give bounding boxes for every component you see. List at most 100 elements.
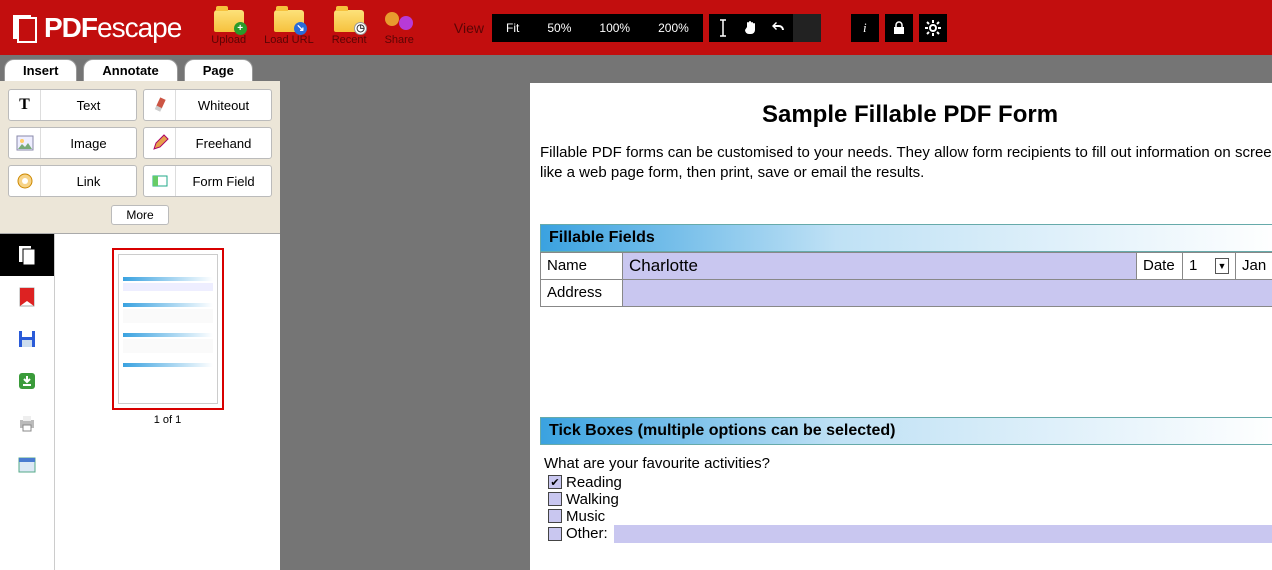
date-day-input[interactable] (1189, 257, 1215, 274)
address-field-cell (623, 279, 1272, 306)
redo-button[interactable] (793, 14, 821, 42)
cursor-tools (709, 14, 821, 42)
form-field-icon (144, 166, 176, 196)
undo-button[interactable] (765, 14, 793, 42)
app-name: PDFescape (44, 12, 181, 44)
doc-title: Sample Fillable PDF Form (540, 101, 1272, 129)
checkbox-music[interactable] (548, 509, 562, 523)
gear-icon (925, 20, 941, 36)
thumbnail-caption: 1 of 1 (154, 414, 182, 426)
tool-whiteout[interactable]: Whiteout (143, 89, 272, 121)
tool-freehand[interactable]: Freehand (143, 127, 272, 159)
checkbox-other[interactable] (548, 527, 562, 541)
checkbox-row-reading: Reading (548, 474, 1272, 491)
date-label: Date (1137, 252, 1183, 279)
window-icon (18, 457, 36, 473)
folder-recent-icon: ◷ (334, 10, 364, 32)
address-label: Address (541, 279, 623, 306)
top-bar: PDFescape + Upload ↘ Load URL ◷ Recent S… (0, 0, 1272, 55)
folder-url-icon: ↘ (274, 10, 304, 32)
save-icon (17, 329, 37, 349)
download-icon (17, 371, 37, 391)
side-window-button[interactable] (0, 444, 54, 486)
date-day-dropdown[interactable]: ▼ (1215, 258, 1229, 274)
tool-link[interactable]: Link (8, 165, 137, 197)
load-url-label: Load URL (264, 34, 314, 46)
whiteout-icon (144, 90, 176, 120)
folder-upload-icon: + (214, 10, 244, 32)
document-area[interactable]: Sample Fillable PDF Form Fillable PDF fo… (280, 55, 1272, 570)
printer-icon (17, 413, 37, 433)
top-actions: + Upload ↘ Load URL ◷ Recent Share (211, 10, 414, 46)
checkbox-label: Walking (566, 491, 619, 508)
checkbox-label: Reading (566, 474, 622, 491)
info-button[interactable]: i (851, 14, 879, 42)
pdf-page[interactable]: Sample Fillable PDF Form Fillable PDF fo… (530, 83, 1272, 570)
text-icon: T (9, 90, 41, 120)
checkbox-reading[interactable] (548, 475, 562, 489)
zoom-200-button[interactable]: 200% (644, 14, 703, 42)
pdf-logo-icon (10, 13, 40, 43)
load-url-button[interactable]: ↘ Load URL (264, 10, 314, 46)
table-row: Name Date ▼ Jan (541, 252, 1272, 279)
recent-button[interactable]: ◷ Recent (332, 10, 367, 46)
thumbnail-panel: 1 of 1 (55, 234, 280, 570)
undo-icon (770, 20, 788, 36)
side-icon-bar (0, 234, 55, 570)
checkbox-row-music: Music (548, 508, 1272, 525)
text-cursor-icon (716, 19, 730, 37)
lower-panel: 1 of 1 (0, 234, 280, 570)
lock-button[interactable] (885, 14, 913, 42)
share-label: Share (385, 34, 414, 46)
zoom-50-button[interactable]: 50% (533, 14, 585, 42)
other-input[interactable] (614, 525, 1272, 543)
tool-text[interactable]: T Text (8, 89, 137, 121)
hand-cursor-button[interactable] (737, 14, 765, 42)
settings-button[interactable] (919, 14, 947, 42)
link-icon (9, 166, 41, 196)
right-tools: i (851, 14, 947, 42)
text-cursor-button[interactable] (709, 14, 737, 42)
tool-panel: T Text Whiteout Image (0, 81, 280, 234)
side-annotate-button[interactable] (0, 276, 54, 318)
tab-annotate[interactable]: Annotate (83, 59, 177, 81)
pages-icon (17, 244, 37, 266)
date-month-cell[interactable]: Jan (1236, 252, 1272, 279)
side-save-button[interactable] (0, 318, 54, 360)
zoom-100-button[interactable]: 100% (585, 14, 644, 42)
tab-page[interactable]: Page (184, 59, 253, 81)
section-tick-boxes: Tick Boxes (multiple options can be sele… (540, 417, 1272, 445)
address-input[interactable] (629, 283, 1272, 303)
name-input[interactable] (629, 256, 1130, 276)
page-thumbnail[interactable] (112, 248, 224, 410)
date-day-cell: ▼ (1183, 252, 1236, 279)
upload-button[interactable]: + Upload (211, 10, 246, 46)
page-red-icon (17, 286, 37, 308)
side-download-button[interactable] (0, 360, 54, 402)
people-icon (385, 10, 413, 32)
share-button[interactable]: Share (385, 10, 414, 46)
panel-tabs: Insert Annotate Page (0, 55, 280, 81)
tool-form-field[interactable]: Form Field (143, 165, 272, 197)
hand-icon (743, 19, 759, 37)
more-button[interactable]: More (111, 205, 168, 225)
tool-image[interactable]: Image (8, 127, 137, 159)
table-row: Address (541, 279, 1272, 306)
app-logo[interactable]: PDFescape (10, 12, 181, 44)
tab-insert[interactable]: Insert (4, 59, 77, 81)
left-column: Insert Annotate Page T Text Whiteout (0, 55, 280, 570)
name-label: Name (541, 252, 623, 279)
view-zoom-group: View Fit 50% 100% 200% (454, 14, 703, 42)
side-pages-button[interactable] (0, 234, 54, 276)
side-print-button[interactable] (0, 402, 54, 444)
pencil-icon (144, 128, 176, 158)
checkbox-label: Music (566, 508, 605, 525)
question-text: What are your favourite activities? (544, 455, 1272, 472)
recent-label: Recent (332, 34, 367, 46)
view-label: View (454, 20, 484, 36)
lock-icon (893, 21, 905, 35)
main: Insert Annotate Page T Text Whiteout (0, 55, 1272, 570)
image-icon (9, 128, 41, 158)
zoom-fit-button[interactable]: Fit (492, 14, 533, 42)
checkbox-walking[interactable] (548, 492, 562, 506)
